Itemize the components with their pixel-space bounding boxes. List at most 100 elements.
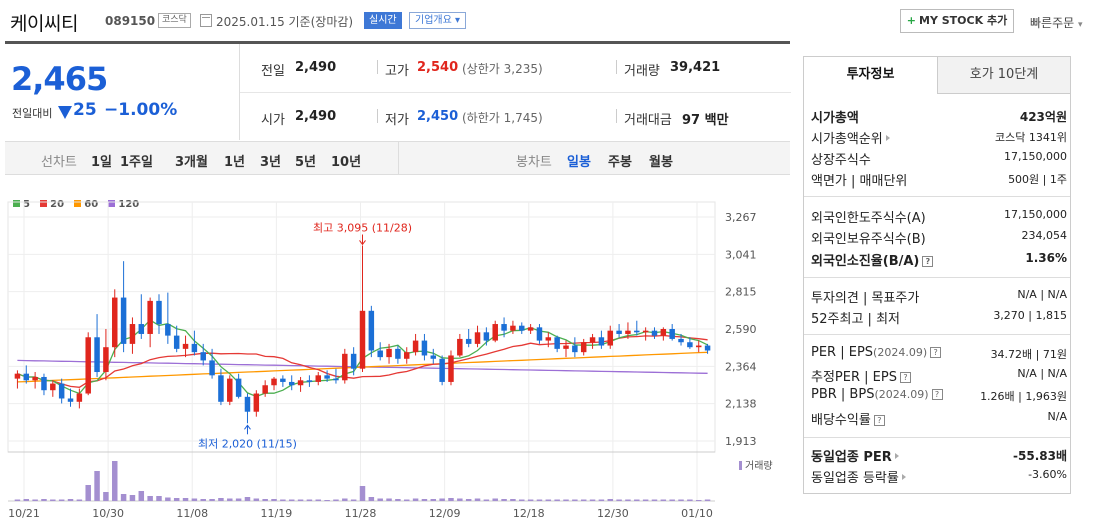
candle-body bbox=[448, 355, 454, 382]
info-key: 액면가 | 매매단위 bbox=[811, 174, 908, 189]
prev-label: 전일 bbox=[261, 64, 285, 79]
volume-bar bbox=[545, 499, 552, 501]
volume-bar bbox=[501, 499, 507, 501]
volume-bar bbox=[448, 498, 454, 501]
info-key: 52주최고 | 최저 bbox=[811, 312, 900, 327]
volume-bar bbox=[554, 499, 560, 501]
volume-bar bbox=[182, 498, 189, 501]
info-value: -3.60% bbox=[1028, 468, 1067, 481]
volume-bar bbox=[678, 499, 684, 501]
volume-bar bbox=[403, 499, 410, 501]
info-row: 52주최고 | 최저 3,270 | 1,815 bbox=[811, 308, 1067, 328]
volume-bar bbox=[510, 499, 516, 501]
tab-investment-info[interactable]: 투자정보 bbox=[804, 57, 938, 94]
info-row[interactable]: 외국인소진율(B/A)? 1.36% bbox=[811, 250, 1067, 270]
candle-daily[interactable]: 일봉 bbox=[567, 151, 591, 170]
volume-bar bbox=[572, 499, 578, 501]
y-tick-label: 2,590 bbox=[725, 323, 757, 336]
candle-body bbox=[50, 383, 56, 391]
volume-bar bbox=[103, 492, 109, 501]
candle-body bbox=[200, 352, 206, 361]
volume-bar bbox=[129, 495, 136, 501]
candle-body bbox=[280, 378, 286, 382]
period-1y[interactable]: 1년 bbox=[224, 151, 245, 170]
candle-body bbox=[430, 355, 437, 359]
info-row[interactable]: 배당수익률? N/A bbox=[811, 409, 1067, 429]
tab-orderbook-10[interactable]: 호가 10단계 bbox=[938, 57, 1070, 94]
upper-limit: (상한가 3,235) bbox=[462, 62, 543, 76]
candle-body bbox=[58, 383, 65, 399]
toolbar-divider bbox=[398, 142, 399, 174]
period-3m[interactable]: 3개월 bbox=[175, 151, 208, 170]
help-icon: ? bbox=[931, 389, 943, 400]
period-1d[interactable]: 1일 bbox=[91, 151, 112, 170]
volume-bar bbox=[333, 499, 339, 501]
volume-label: 거래량 bbox=[624, 64, 660, 79]
company-info-label: 기업개요 bbox=[415, 15, 452, 26]
candle-body bbox=[625, 330, 631, 334]
candle-body bbox=[333, 378, 339, 381]
price-chart[interactable]: 5 20 60 120 3,267 3,041 2,815 2,590 2,364 2,1… bbox=[5, 176, 790, 529]
period-5y[interactable]: 5년 bbox=[295, 151, 316, 170]
volume-bar bbox=[67, 499, 74, 501]
volume-bar bbox=[112, 461, 118, 501]
period-10y[interactable]: 10년 bbox=[331, 151, 361, 170]
info-row[interactable]: 추정PER | EPS? N/A | N/A bbox=[811, 366, 1067, 386]
info-value: -55.83배 bbox=[1013, 449, 1067, 463]
candle-weekly[interactable]: 주봉 bbox=[608, 151, 632, 170]
candle-chart-label: 봉차트 bbox=[516, 155, 552, 170]
price-diff: 25 bbox=[73, 100, 97, 120]
candle-body bbox=[288, 381, 295, 386]
volume-bar bbox=[642, 499, 649, 501]
info-key: 동일업종 PER bbox=[811, 446, 899, 465]
volume-bar bbox=[616, 499, 622, 501]
info-row[interactable]: 시가총액순위 코스닥 1341위 bbox=[811, 128, 1067, 148]
realtime-button[interactable]: 실시간 bbox=[364, 12, 402, 29]
base-date: 2025.01.15 기준(장마감) bbox=[216, 15, 354, 29]
info-row[interactable]: PBR | BPS(2024.09)? 1.26배 | 1,963원 bbox=[811, 387, 1067, 407]
info-row[interactable]: 동일업종 등락률 -3.60% bbox=[811, 467, 1067, 487]
low-label: 저가 bbox=[385, 113, 409, 128]
candle-body bbox=[492, 324, 498, 341]
y-tick-label: 3,041 bbox=[725, 248, 757, 261]
candle-body bbox=[120, 297, 127, 344]
quick-order-dropdown[interactable]: 빠른주문 ▾ bbox=[1030, 14, 1083, 31]
candle-body bbox=[350, 353, 357, 369]
volume-bar bbox=[14, 499, 21, 501]
volume-bar bbox=[191, 498, 198, 501]
volume-bar bbox=[280, 499, 286, 501]
volume-bar bbox=[598, 499, 605, 501]
info-key: 시가총액 bbox=[811, 111, 859, 126]
info-key: 배당수익률? bbox=[811, 409, 885, 428]
calendar-icon bbox=[200, 14, 212, 27]
quote-grid: 전일 2,490 고가 2,540 (상한가 3,235) 거래량 39,421… bbox=[239, 44, 791, 140]
candle-body bbox=[695, 345, 702, 348]
help-icon: ? bbox=[930, 347, 942, 358]
chart-toolbar: 선차트 1일 1주일 3개월 1년 3년 5년 10년 봉차트 일봉 주봉 월봉 bbox=[5, 141, 790, 175]
candle-body bbox=[580, 342, 587, 353]
y-tick-label: 2,364 bbox=[725, 360, 757, 373]
volume-bar bbox=[439, 498, 445, 501]
amount-value: 97 백만 bbox=[682, 113, 729, 128]
y-tick-label: 2,815 bbox=[725, 286, 757, 299]
period-3y[interactable]: 3년 bbox=[260, 151, 281, 170]
candle-body bbox=[138, 324, 145, 334]
divider bbox=[804, 196, 1070, 197]
volume-bar bbox=[519, 499, 525, 501]
candle-body bbox=[14, 373, 21, 379]
volume-bar bbox=[76, 499, 83, 501]
market-badge: 코스닥 bbox=[158, 13, 191, 28]
period-1w[interactable]: 1주일 bbox=[120, 151, 153, 170]
info-row[interactable]: 동일업종 PER -55.83배 bbox=[811, 446, 1067, 466]
company-info-dropdown[interactable]: 기업개요 ▾ bbox=[409, 12, 467, 29]
arrow-right-icon bbox=[885, 135, 890, 141]
info-row[interactable]: PER | EPS(2024.09)? 34.72배 | 71원 bbox=[811, 345, 1067, 365]
add-mystock-button[interactable]: + MY STOCK 추가 bbox=[900, 9, 1014, 33]
x-tick-label: 10/21 bbox=[8, 507, 40, 520]
max-annotation: 최고 3,095 (11/28) bbox=[313, 221, 412, 234]
candle-monthly[interactable]: 월봉 bbox=[649, 151, 673, 170]
info-row: 외국인한도주식수(A) 17,150,000 bbox=[811, 207, 1067, 227]
volume-bar bbox=[156, 496, 162, 501]
candle-body bbox=[483, 332, 490, 341]
plus-icon: + bbox=[906, 14, 917, 27]
